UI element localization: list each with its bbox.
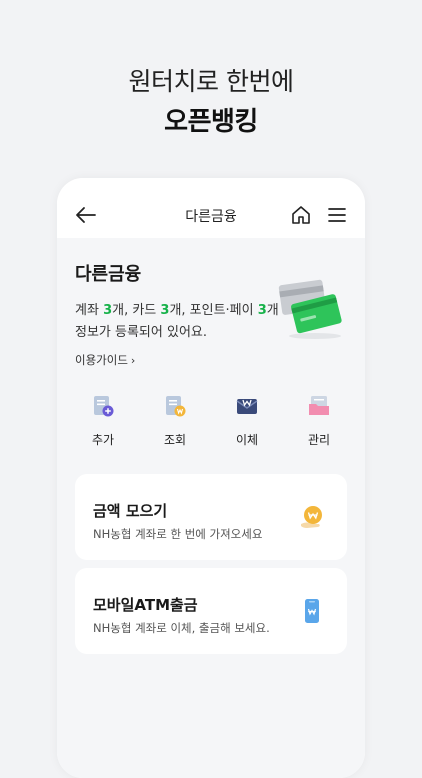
section-title: 다른금융 [75,264,142,285]
won-coin-icon [301,506,322,528]
chevron-right-icon: › [130,354,136,367]
transfer-envelope-icon [236,399,258,414]
action-label: 추가 [91,433,115,447]
cards-illustration-icon [278,279,342,339]
add-document-icon [94,396,114,417]
action-view[interactable]: 조회 [147,394,203,454]
summary-text: 개, 포인트·페이 [169,303,258,318]
won-document-icon [166,396,186,417]
page-title: 다른금융 [185,209,237,225]
summary-text: 개, 카드 [112,303,161,318]
card-subtitle: NH농협 계좌로 한 번에 가져오세요 [93,527,263,541]
summary-line2: 정보가 등록되어 있어요. [75,325,207,340]
mobile-phone-icon [305,599,319,623]
card-title: 모바일ATM출금 [93,596,198,614]
quick-actions: 추가 조회 이체 관리 [75,394,347,454]
action-label: 이체 [235,433,259,447]
account-summary: 계좌 3개, 카드 3개, 포인트·페이 3개 정보가 등록되어 있어요. [75,300,285,344]
point-pay-count: 3 [257,303,267,318]
menu-icon[interactable] [327,206,347,224]
promo-title-line1: 원터치로 한번에 [128,67,294,96]
folder-icon [309,396,329,415]
promo-title-line2: 오픈뱅킹 [164,107,258,137]
action-add[interactable]: 추가 [75,394,131,454]
phone-frame: 다른금융 다른금융 계좌 3개, 카드 3개, 포인트·페이 3개 정보가 등록… [57,178,365,778]
card-collect-money[interactable]: 금액 모으기 NH농협 계좌로 한 번에 가져오세요 [75,474,347,560]
card-subtitle: NH농협 계좌로 이체, 출금해 보세요. [93,621,270,635]
main-content: 다른금융 계좌 3개, 카드 3개, 포인트·페이 3개 정보가 등록되어 있어… [57,238,365,778]
home-icon[interactable] [291,205,311,225]
card-mobile-atm[interactable]: 모바일ATM출금 NH농협 계좌로 이체, 출금해 보세요. [75,568,347,654]
summary-text: 계좌 [75,303,104,318]
action-manage[interactable]: 관리 [291,394,347,454]
app-bar: 다른금융 [57,178,365,238]
card-title: 금액 모으기 [93,502,168,520]
action-label: 조회 [163,433,187,447]
guide-label: 이용가이드 [75,353,128,367]
action-transfer[interactable]: 이체 [219,394,275,454]
account-count: 3 [103,303,113,318]
action-label: 관리 [307,433,331,447]
guide-link[interactable]: 이용가이드 › [75,352,135,368]
